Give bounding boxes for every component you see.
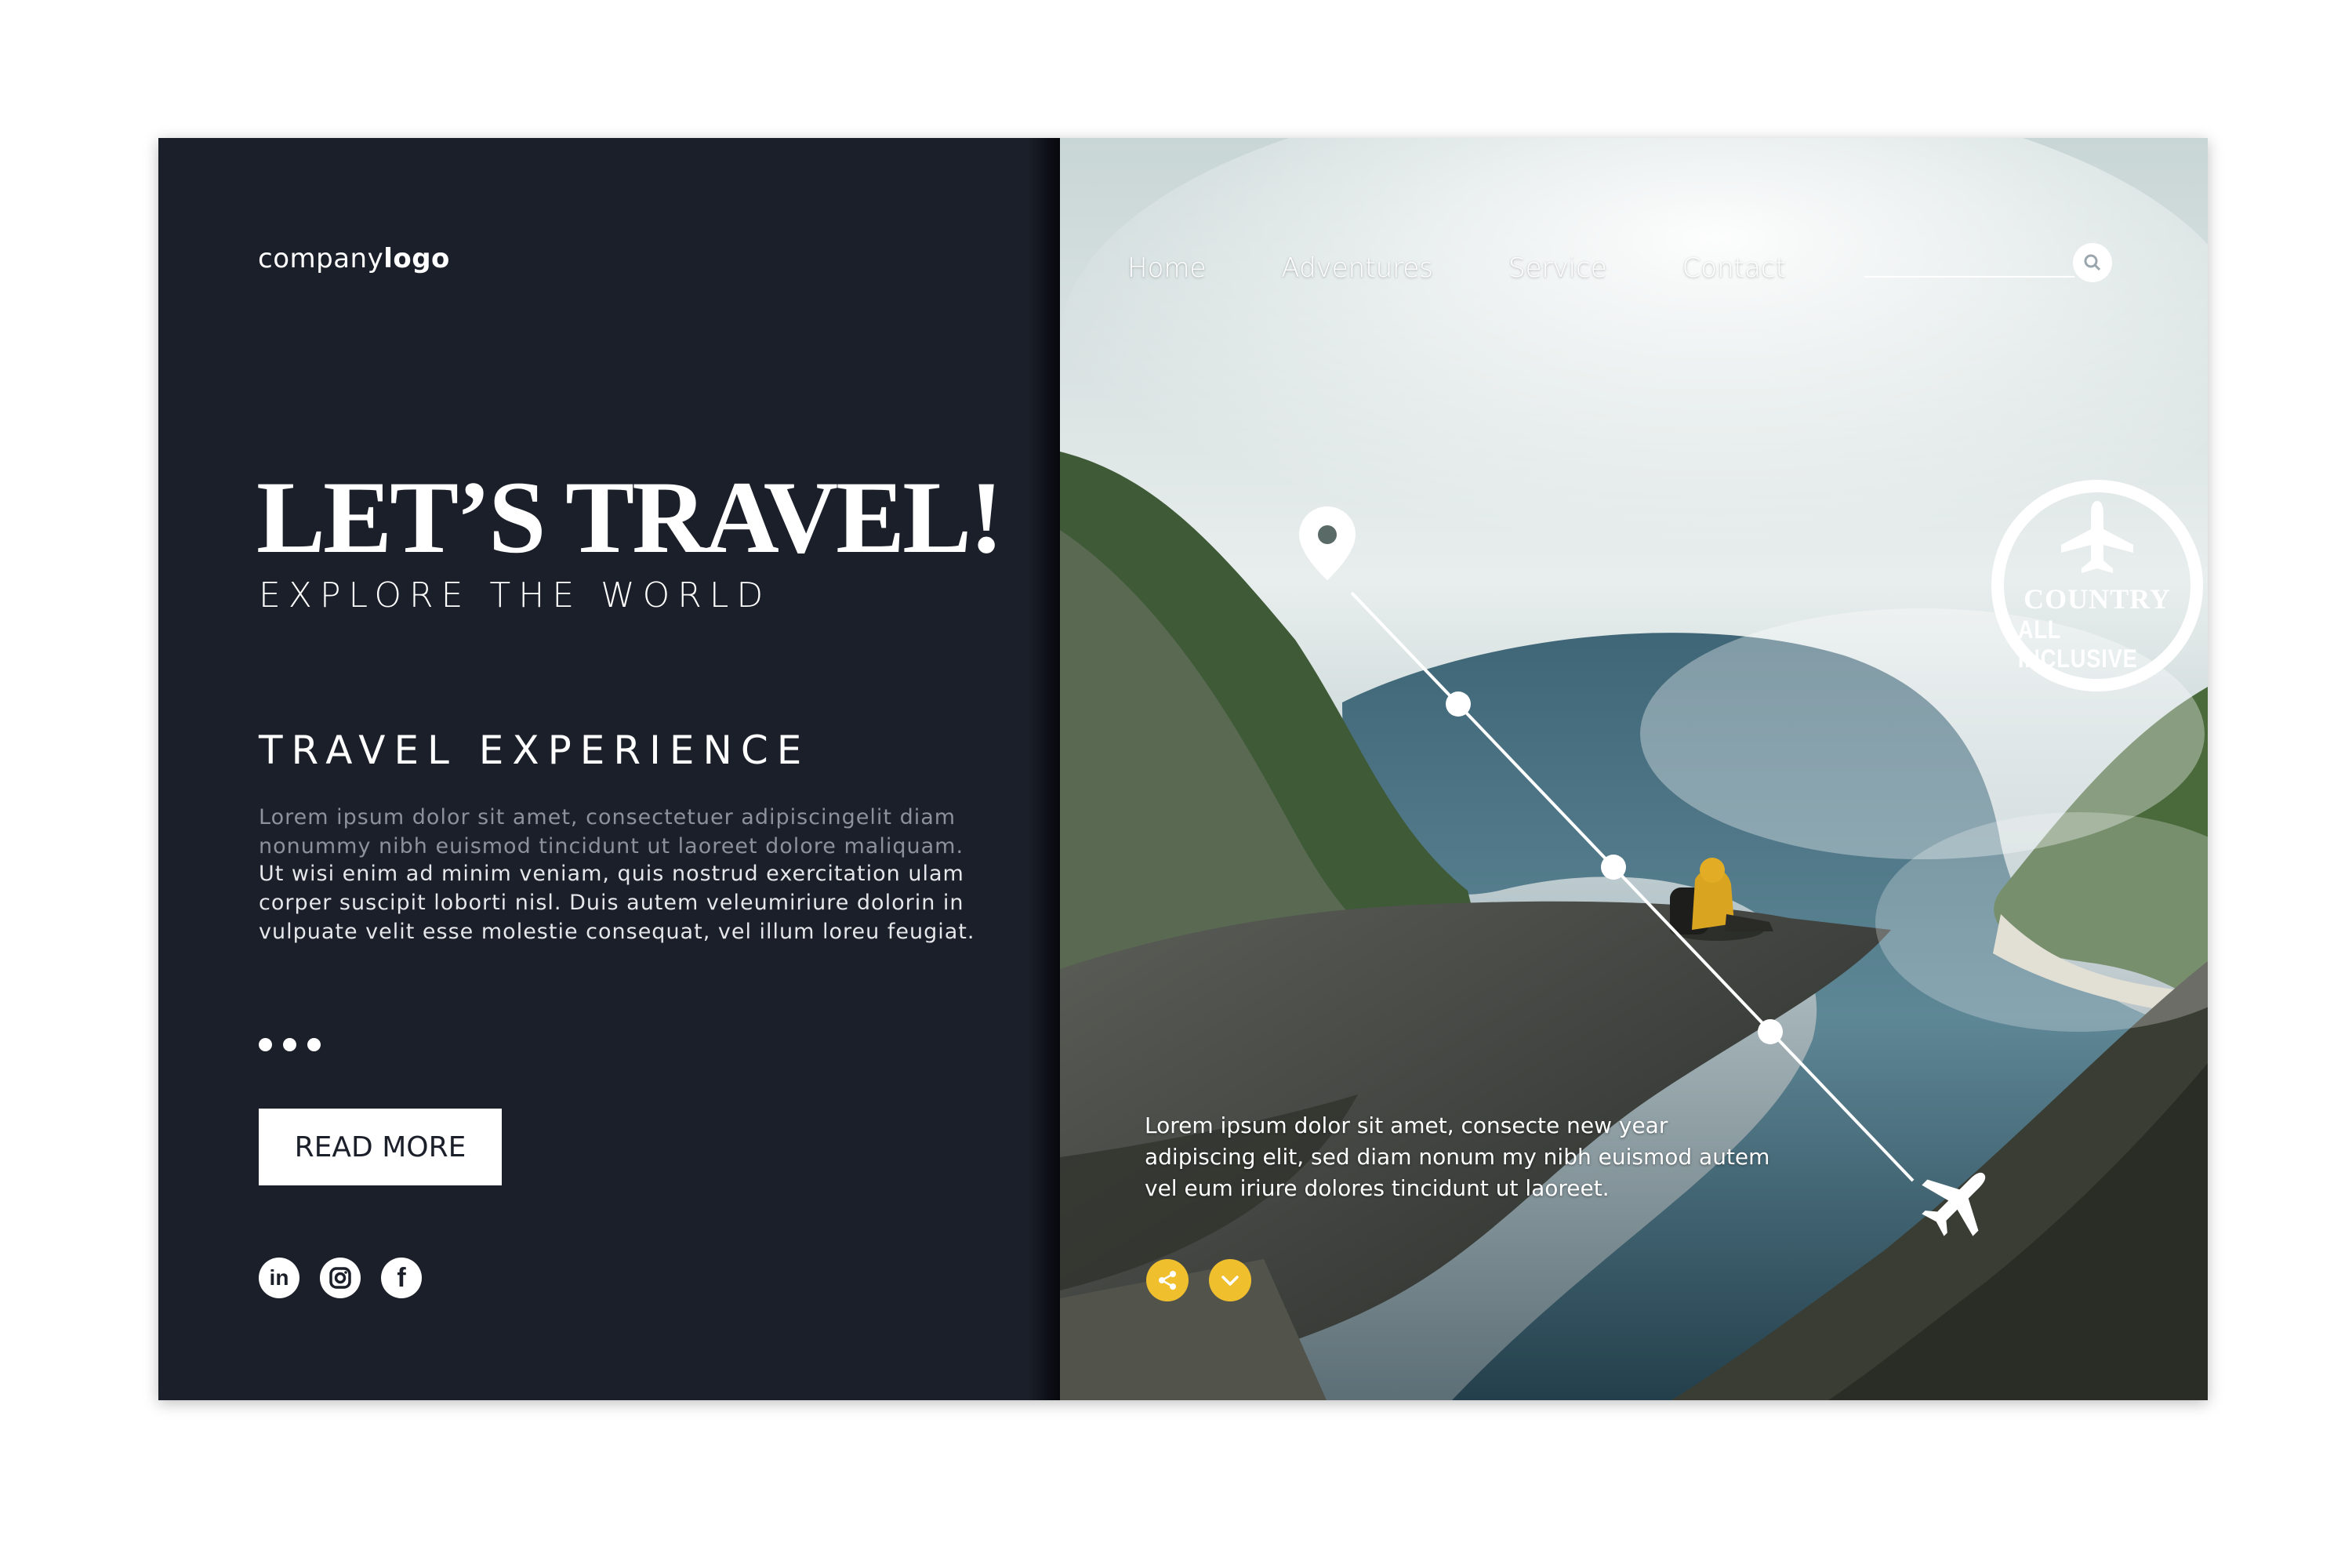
- logo-bold: logo: [383, 243, 450, 274]
- logo-prefix: company: [258, 243, 384, 274]
- image-caption: Lorem ipsum dolor sit amet, consecte new…: [1145, 1112, 1770, 1201]
- section-title: TRAVEL EXPERIENCE: [259, 728, 811, 773]
- hero-subheadline: EXPLORE THE WORLD: [259, 575, 771, 615]
- instagram-glyph: [329, 1267, 351, 1289]
- hero-image-panel: Home Adventures Service Contact COUNTRY …: [1060, 138, 2208, 1400]
- pagination-dots[interactable]: [259, 1038, 321, 1051]
- pagination-dot[interactable]: [307, 1038, 321, 1051]
- hero-headline: LET’S TRAVEL!: [256, 459, 1004, 575]
- route-stop[interactable]: [1758, 1019, 1783, 1044]
- chevron-down-icon: [1221, 1276, 1239, 1286]
- company-logo[interactable]: companylogo: [258, 243, 450, 274]
- share-icon: [1159, 1271, 1176, 1290]
- facebook-glyph: f: [397, 1262, 406, 1293]
- pagination-dot[interactable]: [283, 1038, 296, 1051]
- expand-button[interactable]: [1209, 1259, 1251, 1301]
- badge-title: COUNTRY: [2024, 583, 2171, 615]
- instagram-icon[interactable]: [320, 1258, 361, 1298]
- route-line: [1350, 591, 1915, 1182]
- route-overlay: [1299, 506, 1986, 1236]
- left-panel: companylogo LET’S TRAVEL! EXPLORE THE WO…: [158, 138, 1060, 1400]
- country-badge[interactable]: COUNTRY ALL INCLUSIVE: [1991, 480, 2203, 691]
- airplane-icon: [2061, 501, 2133, 573]
- social-links: in f: [259, 1258, 422, 1298]
- intro-paragraph: Lorem ipsum dolor sit amet, consectetuer…: [259, 805, 964, 858]
- share-button[interactable]: [1146, 1259, 1189, 1301]
- linkedin-glyph: in: [269, 1265, 289, 1290]
- badge-subtitle: ALL INCLUSIVE: [2017, 615, 2138, 673]
- route-stop[interactable]: [1601, 855, 1626, 880]
- facebook-icon[interactable]: f: [381, 1258, 422, 1298]
- route-stop[interactable]: [1446, 691, 1471, 717]
- airplane-icon: [1922, 1172, 1986, 1236]
- body-paragraph: Ut wisi enim ad minim veniam, quis nostr…: [259, 862, 975, 944]
- panel-divider: [1029, 138, 1060, 1400]
- linkedin-icon[interactable]: in: [259, 1258, 299, 1298]
- map-pin-icon: [1299, 506, 1356, 580]
- pagination-dot[interactable]: [259, 1038, 272, 1051]
- landing-page: companylogo LET’S TRAVEL! EXPLORE THE WO…: [158, 138, 2208, 1400]
- read-more-button[interactable]: READ MORE: [259, 1109, 502, 1185]
